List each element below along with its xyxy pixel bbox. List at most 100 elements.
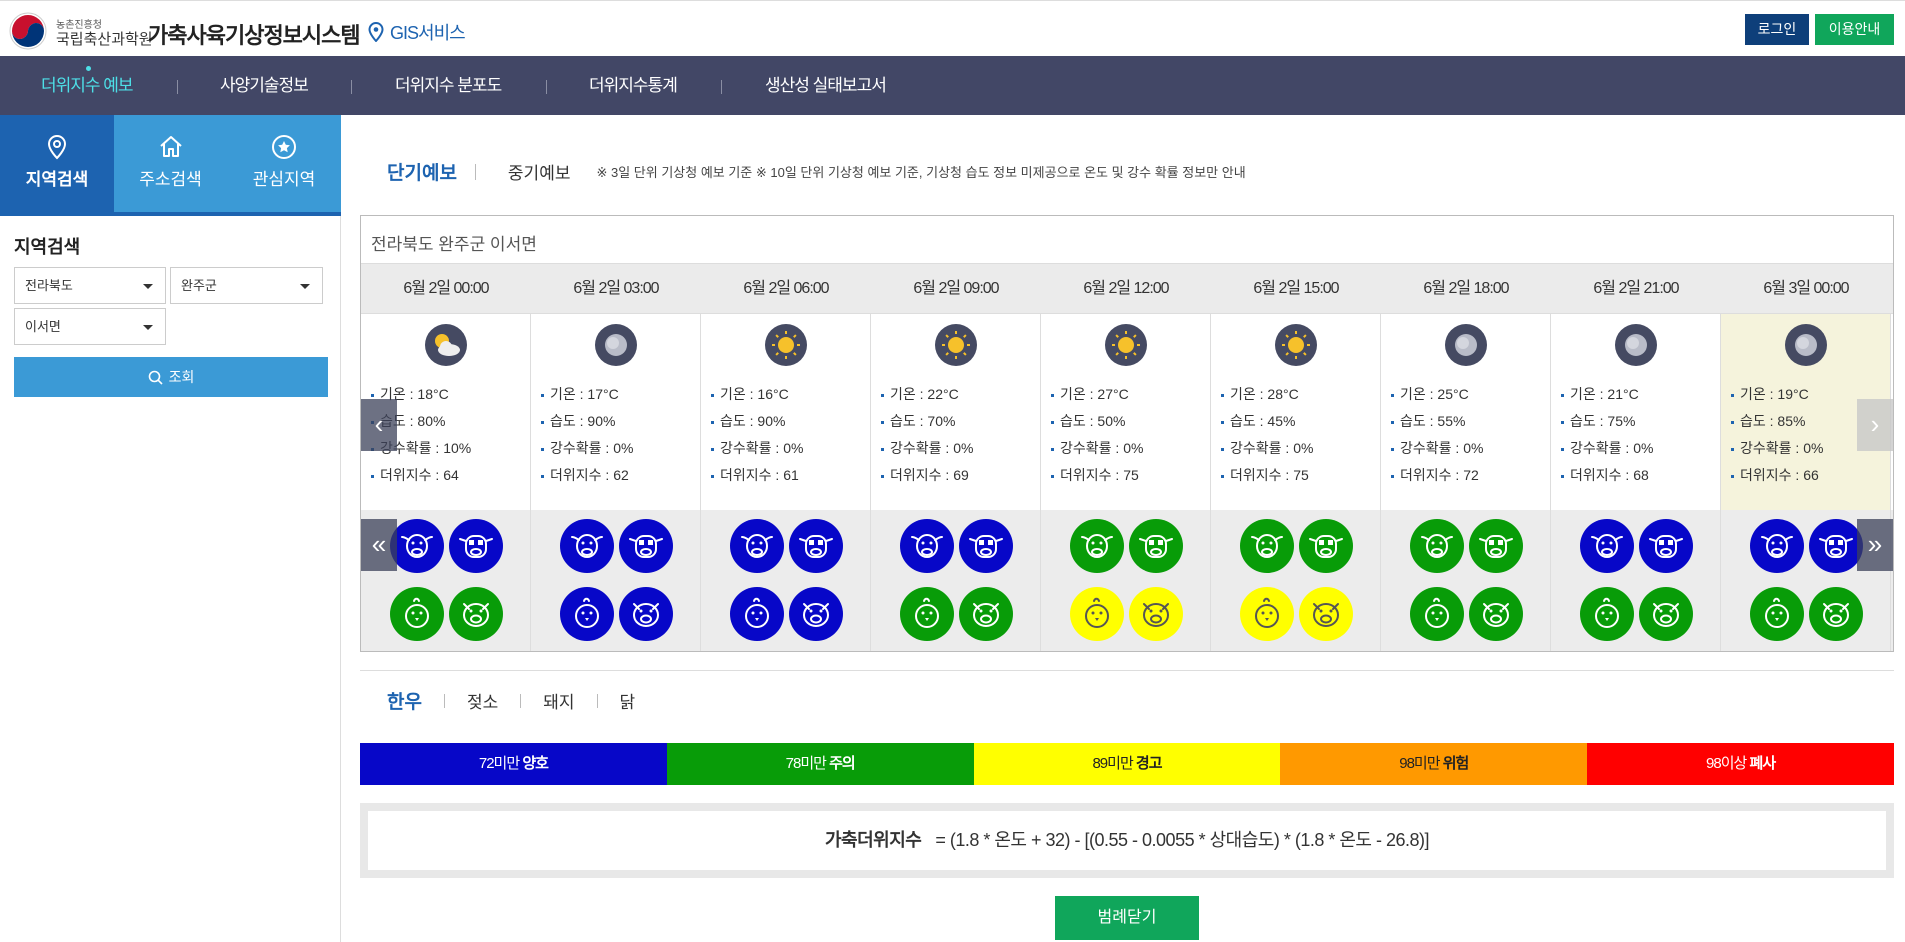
formula-expression: = (1.8 * 온도 + 32) - [(0.55 - 0.0055 * 상대…: [935, 830, 1430, 850]
chicken-icon[interactable]: [1580, 587, 1634, 641]
cattle-icon[interactable]: [1580, 519, 1634, 573]
cloudy-icon: [1615, 324, 1657, 366]
nav-separator: [721, 80, 722, 94]
chicken-icon[interactable]: [1750, 587, 1804, 641]
cattle-icon[interactable]: [390, 519, 444, 573]
pig-icon[interactable]: [1129, 587, 1183, 641]
tab-mid-term-forecast[interactable]: 중기예보: [508, 159, 571, 184]
pig-icon[interactable]: [1639, 587, 1693, 641]
tab-short-term-forecast[interactable]: 단기예보: [387, 158, 457, 185]
pig-icon[interactable]: [449, 587, 503, 641]
cattle-icon[interactable]: [560, 519, 614, 573]
cattle-icon[interactable]: [1410, 519, 1464, 573]
first-page-button[interactable]: «: [361, 519, 397, 571]
thi-value-line: 더위지수 : 64: [371, 465, 459, 485]
thi-value-line-text: 더위지수 : 75: [1060, 467, 1139, 483]
pig-icon[interactable]: [1469, 587, 1523, 641]
prev-arrow-button[interactable]: ‹: [361, 399, 397, 451]
dairy-icon[interactable]: [1809, 519, 1863, 573]
nav-item-thi-forecast[interactable]: 더위지수 예보: [41, 56, 134, 115]
last-page-button[interactable]: »: [1857, 519, 1893, 571]
pig-icon[interactable]: [1299, 587, 1353, 641]
rain-probability-line: 강수확률 : 0%: [1221, 438, 1313, 458]
search-icon: [148, 370, 163, 385]
pig-icon[interactable]: [959, 587, 1013, 641]
cattle-icon[interactable]: [730, 519, 784, 573]
county-select[interactable]: 완주군: [170, 267, 323, 304]
bullet-icon: [541, 393, 544, 397]
town-value: 이서면: [25, 319, 61, 334]
government-emblem-icon[interactable]: [8, 11, 48, 51]
cattle-icon[interactable]: [1750, 519, 1804, 573]
animal-cell: [1551, 510, 1721, 651]
tab-favorite-region[interactable]: 관심지역: [227, 115, 341, 212]
humidity-line-text: 습도 : 50%: [1060, 413, 1126, 429]
forecast-date: 6월 3일 00:00: [1763, 280, 1849, 297]
animal-cell: [871, 510, 1041, 651]
pig-icon[interactable]: [619, 587, 673, 641]
tab-hanwoo[interactable]: 한우: [387, 687, 422, 714]
bullet-icon: [1051, 420, 1054, 424]
dairy-icon[interactable]: [1639, 519, 1693, 573]
bullet-icon: [1731, 420, 1734, 424]
town-select[interactable]: 이서면: [14, 308, 166, 345]
login-button[interactable]: 로그인: [1745, 14, 1809, 45]
rain-probability-line-text: 강수확률 : 0%: [1400, 440, 1484, 456]
rain-probability-line: 강수확률 : 0%: [541, 438, 633, 458]
animal-cell: [531, 510, 701, 651]
nav-item-thi-distribution[interactable]: 더위지수 분포도: [395, 56, 502, 115]
guide-button[interactable]: 이용안내: [1815, 14, 1894, 45]
humidity-line-text: 습도 : 70%: [890, 413, 956, 429]
province-select[interactable]: 전라북도: [14, 267, 166, 304]
cattle-icon[interactable]: [1240, 519, 1294, 573]
dairy-icon[interactable]: [449, 519, 503, 573]
chicken-icon[interactable]: [730, 587, 784, 641]
pig-icon[interactable]: [789, 587, 843, 641]
temperature-line: 기온 : 25°C: [1391, 384, 1469, 404]
close-legend-button[interactable]: 범례닫기: [1055, 896, 1199, 940]
cattle-icon[interactable]: [900, 519, 954, 573]
chicken-icon[interactable]: [1240, 587, 1294, 641]
site-title[interactable]: 가축사육기상정보시스템: [148, 18, 361, 50]
forecast-date: 6월 2일 03:00: [573, 280, 659, 297]
bullet-icon: [881, 474, 884, 478]
chicken-icon[interactable]: [560, 587, 614, 641]
bullet-icon: [371, 393, 374, 397]
chicken-icon[interactable]: [390, 587, 444, 641]
dairy-icon[interactable]: [1469, 519, 1523, 573]
search-button[interactable]: 조회: [14, 357, 328, 397]
tab-address-search[interactable]: 주소검색: [114, 115, 227, 212]
tab-region-search[interactable]: 지역검색: [0, 115, 114, 212]
forecast-date: 6월 2일 15:00: [1253, 280, 1339, 297]
dairy-icon[interactable]: [1299, 519, 1353, 573]
org-name: 국립축산과학원: [56, 31, 153, 48]
dairy-icon[interactable]: [1129, 519, 1183, 573]
cattle-icon[interactable]: [1070, 519, 1124, 573]
dairy-icon[interactable]: [789, 519, 843, 573]
forecast-column: 기온 : 22°C 습도 : 70% 강수확률 : 0% 더위지수 : 69: [871, 314, 1041, 510]
nav-item-feeding-tech[interactable]: 사양기술정보: [220, 56, 309, 115]
tab-pig[interactable]: 돼지: [543, 688, 574, 713]
chicken-icon[interactable]: [1070, 587, 1124, 641]
tab-dairy-cow[interactable]: 젖소: [467, 688, 498, 713]
tab-separator: [443, 693, 445, 708]
tab-region-label: 지역검색: [25, 170, 89, 189]
bullet-icon: [1391, 447, 1394, 451]
forecast-note: ※ 3일 단위 기상청 예보 기준 ※ 10일 단위 기상청 예보 기준, 기상…: [596, 165, 1246, 180]
thi-legend: 72미만 양호 78미만 주의 89미만 경고 98미만 위험 98이상 폐사: [360, 743, 1894, 785]
next-arrow-button[interactable]: ›: [1857, 399, 1893, 451]
nav-separator: [177, 80, 178, 94]
bullet-icon: [1391, 420, 1394, 424]
thi-value-line: 더위지수 : 75: [1051, 465, 1139, 485]
chicken-icon[interactable]: [900, 587, 954, 641]
chicken-icon[interactable]: [1410, 587, 1464, 641]
dairy-icon[interactable]: [959, 519, 1013, 573]
nav-item-productivity-report[interactable]: 생산성 실태보고서: [765, 56, 887, 115]
dairy-icon[interactable]: [619, 519, 673, 573]
nav-item-thi-statistics[interactable]: 더위지수통계: [589, 56, 678, 115]
animal-cell: [701, 510, 871, 651]
tab-chicken[interactable]: 닭: [620, 688, 636, 713]
nav-separator: [546, 80, 547, 94]
pig-icon[interactable]: [1809, 587, 1863, 641]
gis-service-link[interactable]: GIS서비스: [368, 19, 466, 45]
